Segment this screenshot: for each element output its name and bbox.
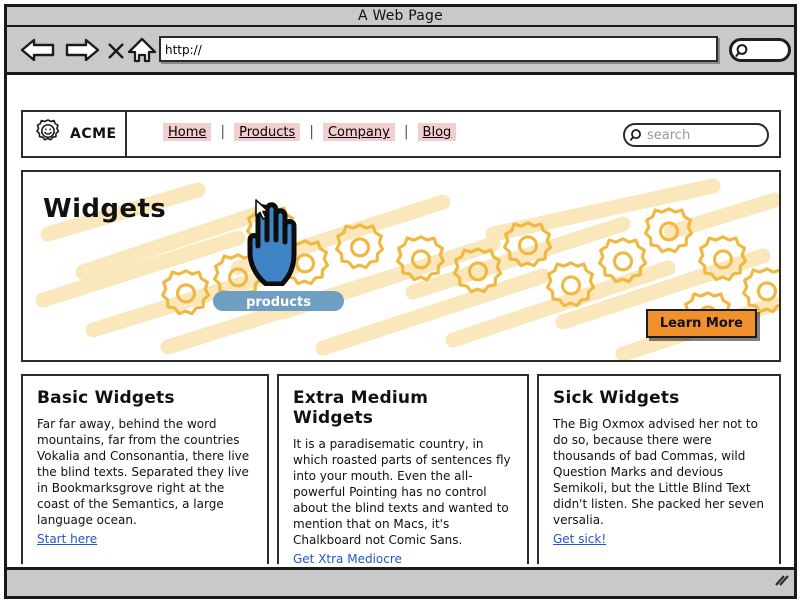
address-bar[interactable]: http:// <box>159 36 718 62</box>
magnifier-icon <box>734 42 752 64</box>
nav-link-home[interactable]: Home <box>163 123 212 141</box>
card-body: It is a paradisematic country, in which … <box>293 437 511 547</box>
page-viewport: ACME Home | Products | Company | Blog se <box>7 78 794 564</box>
address-bar-value: http:// <box>165 43 202 57</box>
card-title: Sick Widgets <box>553 388 680 408</box>
window-titlebar: A Web Page <box>7 7 794 27</box>
feature-card-extra-medium: Extra Medium Widgets It is a paradisemat… <box>277 374 529 564</box>
browser-window: A Web Page http:// ACME Home | Products … <box>4 4 797 599</box>
arrow-cursor <box>255 199 271 225</box>
resize-grip[interactable] <box>773 573 789 592</box>
site-search-input[interactable]: search <box>623 123 769 147</box>
pointing-hand-cursor <box>244 200 306 290</box>
card-title: Extra Medium Widgets <box>293 388 429 428</box>
feature-card-basic: Basic Widgets Far far away, behind the w… <box>21 374 269 564</box>
nav-link-blog[interactable]: Blog <box>417 123 457 141</box>
forward-arrow-icon[interactable] <box>63 36 101 64</box>
site-search-placeholder: search <box>647 128 691 143</box>
browser-statusbar <box>7 567 794 596</box>
nav-separator: | <box>309 124 314 140</box>
hero-banner: Widgets Learn More <box>21 170 781 362</box>
brand-name: ACME <box>70 126 117 142</box>
learn-more-button[interactable]: Learn More <box>645 309 757 338</box>
card-link[interactable]: Get Xtra Mediocre <box>293 552 402 564</box>
nav-separator: | <box>220 124 226 140</box>
stop-x-icon[interactable] <box>105 36 127 64</box>
hero-title: Widgets <box>43 194 167 224</box>
card-link[interactable]: Get sick! <box>553 532 606 546</box>
nav-separator: | <box>403 124 409 140</box>
magnifier-icon <box>628 127 645 148</box>
site-logo[interactable]: ACME <box>23 112 127 156</box>
card-body: Far far away, behind the word mountains,… <box>37 417 250 527</box>
feature-card-sick: Sick Widgets The Big Oxmox advised her n… <box>537 374 781 564</box>
main-navigation: Home | Products | Company | Blog <box>163 123 457 141</box>
nav-link-products[interactable]: Products <box>234 123 301 141</box>
card-link[interactable]: Start here <box>37 532 97 546</box>
tooltip-label: products <box>246 295 311 310</box>
nav-link-company[interactable]: Company <box>322 123 395 141</box>
card-title: Basic Widgets <box>37 388 175 408</box>
toolbar-search-box[interactable] <box>729 38 791 62</box>
site-header: ACME Home | Products | Company | Blog se <box>21 110 781 158</box>
browser-toolbar: http:// <box>7 27 794 75</box>
products-tooltip: products <box>213 291 344 311</box>
card-body: The Big Oxmox advised her not to do so, … <box>553 417 765 527</box>
back-arrow-icon[interactable] <box>19 36 57 64</box>
home-house-icon[interactable] <box>127 36 157 66</box>
gear-smiley-icon <box>33 117 63 151</box>
window-title: A Web Page <box>358 8 443 24</box>
